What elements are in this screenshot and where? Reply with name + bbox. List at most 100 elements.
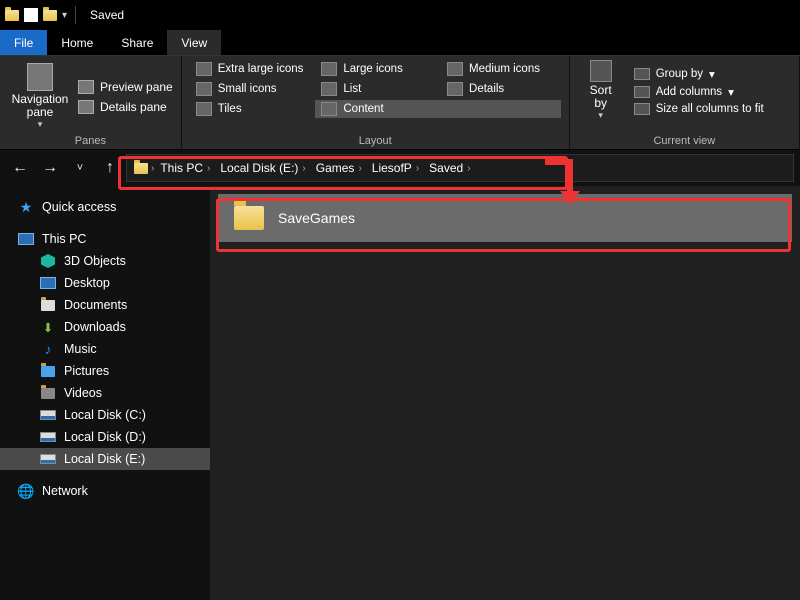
details-pane-icon	[78, 100, 94, 114]
details-pane-button[interactable]: Details pane	[78, 100, 173, 114]
chevron-down-icon: ▾	[728, 85, 734, 99]
sidebar-item-pictures[interactable]: Pictures	[0, 360, 210, 382]
resize-icon	[634, 103, 650, 115]
sidebar-item-desktop[interactable]: Desktop	[0, 272, 210, 294]
chevron-right-icon: ›	[358, 163, 361, 174]
preview-pane-button[interactable]: Preview pane	[78, 80, 173, 94]
pictures-icon	[40, 364, 56, 378]
sort-icon	[590, 60, 612, 82]
chevron-right-icon: ›	[302, 163, 305, 174]
sidebar-item-documents[interactable]: Documents	[0, 294, 210, 316]
folder-item-savegames[interactable]: SaveGames	[218, 194, 792, 242]
group-label-currentview: Current view	[578, 133, 791, 147]
tab-view[interactable]: View	[167, 30, 221, 55]
recent-dropdown[interactable]: ˅	[66, 154, 94, 182]
navigation-pane-label: Navigation pane	[12, 93, 69, 119]
grid-icon	[196, 62, 212, 76]
ribbon-group-panes: Navigation pane ▾ Preview pane Details p…	[0, 56, 182, 149]
list-icon	[321, 82, 337, 96]
pc-icon	[18, 232, 34, 246]
tiles-icon	[196, 102, 212, 116]
grid-icon	[447, 62, 463, 76]
sidebar: ★Quick access This PC 3D Objects Desktop…	[0, 186, 210, 600]
layout-small[interactable]: Small icons	[190, 80, 310, 98]
tab-home[interactable]: Home	[47, 30, 107, 55]
sidebar-item-downloads[interactable]: ⬇Downloads	[0, 316, 210, 338]
layout-details[interactable]: Details	[441, 80, 561, 98]
sidebar-item-3d-objects[interactable]: 3D Objects	[0, 250, 210, 272]
ribbon: Navigation pane ▾ Preview pane Details p…	[0, 56, 800, 150]
chevron-right-icon: ›	[416, 163, 419, 174]
size-columns-button[interactable]: Size all columns to fit	[634, 103, 764, 115]
videos-icon	[40, 386, 56, 400]
drive-icon	[40, 408, 56, 422]
network-icon: 🌐	[18, 484, 34, 498]
group-label-layout: Layout	[190, 133, 561, 147]
columns-icon	[634, 86, 650, 98]
sidebar-item-local-disk-c[interactable]: Local Disk (C:)	[0, 404, 210, 426]
list-icon	[447, 82, 463, 96]
add-columns-button[interactable]: Add columns ▾	[634, 85, 764, 99]
sidebar-item-this-pc[interactable]: This PC	[0, 228, 210, 250]
content-icon	[321, 102, 337, 116]
menubar: File Home Share View	[0, 30, 800, 56]
explorer-icon	[42, 7, 58, 23]
group-by-button[interactable]: Group by ▾	[634, 67, 764, 81]
ribbon-group-currentview: Sort by ▾ Group by ▾ Add columns ▾ Size …	[570, 56, 800, 149]
grid-icon	[321, 62, 337, 76]
chevron-right-icon: ›	[467, 163, 470, 174]
titlebar: ▾ Saved	[0, 0, 800, 30]
breadcrumb-item[interactable]: Games ›	[312, 161, 366, 175]
sidebar-item-quick-access[interactable]: ★Quick access	[0, 196, 210, 218]
quick-access-icon[interactable]	[24, 8, 38, 22]
sidebar-item-local-disk-d[interactable]: Local Disk (D:)	[0, 426, 210, 448]
layout-large[interactable]: Large icons	[315, 60, 435, 78]
address-bar[interactable]: › This PC › Local Disk (E:) › Games › Li…	[126, 154, 794, 182]
drive-icon	[40, 452, 56, 466]
folder-icon	[133, 160, 149, 176]
up-button[interactable]: ↑	[96, 154, 124, 182]
layout-medium[interactable]: Medium icons	[441, 60, 561, 78]
desktop-icon	[40, 276, 56, 290]
breadcrumb-item[interactable]: Saved ›	[425, 161, 474, 175]
window-title: Saved	[90, 8, 124, 22]
back-button[interactable]: ←	[6, 154, 34, 182]
layout-extra-large[interactable]: Extra large icons	[190, 60, 310, 78]
qat-dropdown[interactable]: ▾	[62, 10, 67, 21]
breadcrumb-item[interactable]: LiesofP ›	[368, 161, 423, 175]
layout-content[interactable]: Content	[315, 100, 560, 118]
cube-icon	[40, 254, 56, 268]
layout-list[interactable]: List	[315, 80, 435, 98]
navigation-pane-icon	[27, 63, 53, 91]
forward-button[interactable]: →	[36, 154, 64, 182]
sidebar-item-local-disk-e[interactable]: Local Disk (E:)	[0, 448, 210, 470]
grid-icon	[196, 82, 212, 96]
sidebar-item-videos[interactable]: Videos	[0, 382, 210, 404]
chevron-down-icon: ▾	[709, 67, 715, 81]
content-area[interactable]: SaveGames	[210, 186, 800, 600]
drive-icon	[40, 430, 56, 444]
sort-by-button[interactable]: Sort by ▾	[578, 60, 624, 121]
navigation-pane-button[interactable]: Navigation pane ▾	[8, 60, 72, 133]
chevron-right-icon: ›	[207, 163, 210, 174]
document-icon	[40, 298, 56, 312]
workspace: ★Quick access This PC 3D Objects Desktop…	[0, 186, 800, 600]
group-icon	[634, 68, 650, 80]
tab-share[interactable]: Share	[107, 30, 167, 55]
chevron-down-icon: ▾	[38, 119, 43, 130]
folder-icon	[234, 206, 264, 230]
star-icon: ★	[18, 200, 34, 214]
music-icon: ♪	[40, 342, 56, 356]
chevron-right-icon[interactable]: ›	[151, 163, 154, 174]
sidebar-item-music[interactable]: ♪Music	[0, 338, 210, 360]
tab-file[interactable]: File	[0, 30, 47, 55]
layout-tiles[interactable]: Tiles	[190, 100, 310, 118]
app-folder-icon	[4, 7, 20, 23]
breadcrumb-item[interactable]: Local Disk (E:) ›	[216, 161, 309, 175]
download-icon: ⬇	[40, 320, 56, 334]
divider	[75, 6, 76, 24]
sidebar-item-network[interactable]: 🌐Network	[0, 480, 210, 502]
folder-name: SaveGames	[278, 210, 355, 226]
chevron-down-icon: ▾	[598, 110, 603, 121]
breadcrumb-item[interactable]: This PC ›	[156, 161, 214, 175]
